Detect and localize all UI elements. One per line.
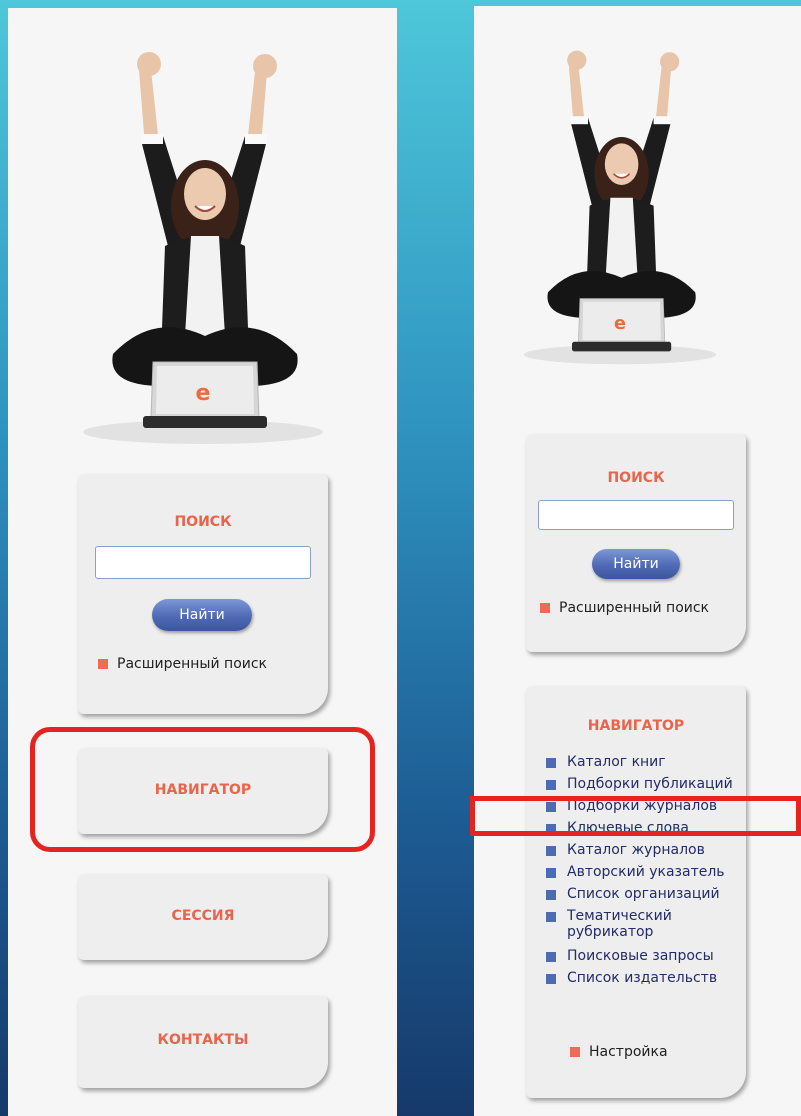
search-box: ПОИСК Найти Расширенный поиск — [78, 474, 328, 714]
settings-label: Настройка — [589, 1044, 668, 1060]
session-label: СЕССИЯ — [171, 908, 235, 924]
session-menu-item[interactable]: СЕССИЯ — [78, 874, 328, 960]
nav-item-author-index[interactable]: Авторский указатель — [546, 864, 746, 886]
search-title: ПОИСК — [174, 514, 232, 530]
journal-collections-highlight-frame — [470, 796, 801, 836]
bullet-icon — [546, 952, 556, 962]
bullet-icon — [540, 603, 550, 613]
find-button[interactable]: Найти — [152, 599, 252, 631]
navigator-box: НАВИГАТОР Каталог книг Подборки публикац… — [526, 686, 746, 1098]
search-input[interactable] — [95, 546, 311, 579]
search-title: ПОИСК — [607, 470, 665, 486]
nav-item-label: Поисковые запросы — [567, 948, 714, 964]
bullet-icon — [546, 758, 556, 768]
search-box: ПОИСК Найти Расширенный поиск — [526, 434, 746, 652]
nav-item-search-queries[interactable]: Поисковые запросы — [546, 948, 746, 970]
find-button[interactable]: Найти — [592, 549, 680, 579]
nav-item-organizations-list[interactable]: Список организаций — [546, 886, 746, 908]
nav-item-publishers-list[interactable]: Список издательств — [546, 970, 746, 992]
settings-link[interactable]: Настройка — [570, 1044, 668, 1060]
contacts-label: КОНТАКТЫ — [157, 1032, 249, 1048]
bullet-icon — [546, 780, 556, 790]
advanced-search-label: Расширенный поиск — [117, 656, 268, 672]
bullet-icon — [570, 1047, 580, 1057]
bullet-icon — [546, 912, 556, 922]
bullet-icon — [546, 846, 556, 856]
navigator-title: НАВИГАТОР — [587, 718, 685, 734]
right-sidebar-panel: ПОИСК Найти Расширенный поиск НАВИГАТОР … — [474, 6, 801, 1116]
advanced-search-link[interactable]: Расширенный поиск — [98, 656, 267, 672]
nav-item-label: Список издательств — [567, 970, 718, 986]
nav-item-publication-collections[interactable]: Подборки публикаций — [546, 776, 746, 798]
nav-item-books-catalog[interactable]: Каталог книг — [546, 754, 746, 776]
navigator-list: Каталог книг Подборки публикаций Подборк… — [546, 754, 746, 992]
left-sidebar-panel: ПОИСК Найти Расширенный поиск НАВИГАТОР … — [8, 8, 397, 1116]
nav-item-label: Авторский указатель — [567, 864, 725, 880]
hero-illustration — [82, 51, 324, 444]
bullet-icon — [546, 974, 556, 984]
advanced-search-label: Расширенный поиск — [559, 600, 710, 616]
hero-illustration — [523, 49, 717, 366]
nav-item-label: Подборки публикаций — [567, 776, 733, 792]
nav-item-label: Тематический рубрикатор — [567, 908, 672, 940]
search-input[interactable] — [538, 500, 734, 530]
bullet-icon — [546, 868, 556, 878]
nav-item-thematic-rubricator[interactable]: Тематический рубрикатор — [546, 908, 746, 948]
bullet-icon — [98, 659, 108, 669]
advanced-search-link[interactable]: Расширенный поиск — [540, 600, 709, 616]
nav-item-label: Каталог журналов — [567, 842, 705, 858]
nav-item-journals-catalog[interactable]: Каталог журналов — [546, 842, 746, 864]
bullet-icon — [546, 890, 556, 900]
nav-item-label: Каталог книг — [567, 754, 666, 770]
contacts-menu-item[interactable]: КОНТАКТЫ — [78, 996, 328, 1088]
nav-item-label: Список организаций — [567, 886, 720, 902]
navigator-highlight-frame — [30, 727, 375, 852]
